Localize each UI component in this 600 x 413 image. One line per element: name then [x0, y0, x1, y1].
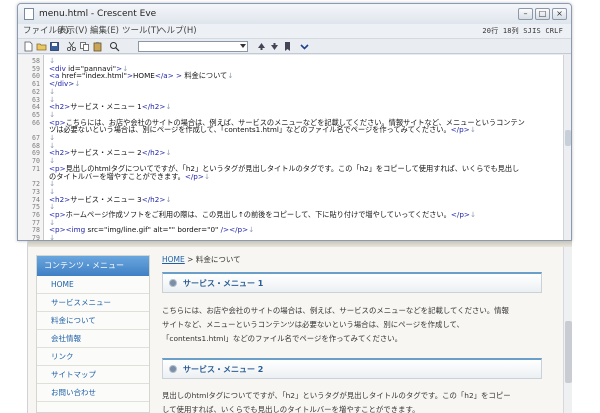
copy-icon[interactable] [79, 41, 90, 52]
code-line[interactable]: <h2>サービス・メニュー 2</h2>↓ [49, 149, 171, 157]
nav-item-service-menu[interactable]: サービスメニュー [37, 294, 149, 312]
code-line[interactable]: ツは必要ないという場合は、別にページを作成して、「contents1.html」… [49, 126, 476, 134]
nav-item-home[interactable]: HOME [37, 276, 149, 294]
preview-scroll-thumb[interactable] [565, 321, 572, 383]
nav-item-links[interactable]: リンク [37, 348, 149, 366]
line-number: 66 [32, 118, 40, 127]
close-button[interactable]: × [552, 8, 567, 20]
save-icon[interactable] [49, 41, 60, 52]
code-line[interactable]: ↓ [49, 234, 55, 240]
section-heading-1-text: サービス・メニュー 1 [183, 279, 264, 288]
arrow-down-icon[interactable] [269, 41, 280, 52]
arrow-up-icon[interactable] [256, 41, 267, 52]
editor-scroll-thumb[interactable] [565, 130, 571, 146]
sidenav-title: コンテンツ・メニュー [37, 256, 149, 276]
code-line[interactable]: <p><img src="img/line.gif" alt="" border… [49, 226, 254, 234]
menu-view[interactable]: 表示(V) [58, 24, 87, 38]
code-line[interactable]: のタイトルバーを増やすことができます。</p>↓ [49, 172, 210, 181]
find-icon[interactable] [109, 41, 120, 52]
maximize-button[interactable]: □ [535, 8, 550, 20]
nav-item-contact[interactable]: お問い合わせ [37, 384, 149, 402]
section-heading-1: サービス・メニュー 1 [162, 272, 542, 293]
window-title: menu.html - Crescent Eve [39, 9, 157, 19]
section-2-paragraph: 見出しのhtmlタグについてですが、「h2」というタグが見出しタイトルのタグです… [162, 389, 540, 413]
paragraph-line: して使用すれば、いくらでも見出しのタイトルバーを増やすことができます。 [162, 405, 420, 413]
document-icon [24, 8, 34, 20]
nav-item-sitemap[interactable]: サイトマップ [37, 366, 149, 384]
main-content: HOME > 料金について サービス・メニュー 1 こちらには、お店や会社のサイ… [162, 241, 562, 413]
editor-window: menu.html - Crescent Eve – □ × ファイル(F) 表… [17, 3, 572, 241]
paragraph-line: こちらには、お店や会社のサイトの場合は、例えば、サービスのメニューなどを記載して… [162, 306, 509, 315]
paste-icon[interactable] [92, 41, 103, 52]
cut-icon[interactable] [66, 41, 77, 52]
combo-arrow-icon [240, 44, 246, 48]
toolbar [18, 38, 571, 54]
search-combo[interactable] [138, 41, 248, 52]
menu-tools[interactable]: ツール(T) [122, 24, 159, 38]
breadcrumb-home-link[interactable]: HOME [162, 255, 185, 264]
new-file-icon[interactable] [23, 41, 34, 52]
paragraph-line: 「contents1.html」などのファイル名でページを作ってみてください。 [162, 334, 403, 343]
line-number-gutter: 58 59 60 61 62 63 64 65 66 67 68 69 70 71 72 73 74 75 76 77… [18, 55, 44, 241]
section-heading-2: サービス・メニュー 2 [162, 358, 542, 379]
minimize-button[interactable]: – [518, 8, 533, 20]
code-editor[interactable]: 58 59 60 61 62 63 64 65 66 67 68 69 70 71 72 73 74 75 76 77… [18, 55, 571, 241]
breadcrumb-current: > 料金について [184, 255, 241, 264]
chevron-down-icon[interactable] [299, 41, 310, 52]
status-info: 20行 18列 SJIS CRLF [482, 27, 563, 35]
side-navigation: コンテンツ・メニュー HOME サービスメニュー 料金について 会社情報 リンク… [36, 255, 150, 413]
bookmark-icon[interactable] [282, 41, 293, 52]
section-1-paragraph: こちらには、お店や会社のサイトの場合は、例えば、サービスのメニューなどを記載して… [162, 304, 540, 346]
menu-help[interactable]: ヘルプ(H) [158, 24, 197, 38]
paragraph-line: サイトなど、メニューというコンテンツは必要ないという場合は、別にページを作成して… [162, 320, 464, 329]
heading-bullet-icon [169, 365, 177, 373]
heading-bullet-icon [169, 279, 177, 287]
nav-item-pricing[interactable]: 料金について [37, 312, 149, 330]
line-number: 71 [32, 164, 40, 173]
title-bar[interactable]: menu.html - Crescent Eve – □ × [18, 4, 571, 24]
breadcrumb: HOME > 料金について [162, 254, 241, 265]
preview-scrollbar[interactable] [563, 247, 572, 413]
code-line[interactable]: <p>ホームページ作成ソフトをご利用の際は、この見出し↑の前後をコピーして、下に… [49, 211, 476, 219]
browser-preview: コンテンツ・メニュー HOME サービスメニュー 料金について 会社情報 リンク… [27, 241, 572, 413]
editor-scrollbar[interactable] [563, 55, 571, 240]
code-line[interactable]: <h2>サービス・メニュー 3</h2>↓ [49, 195, 171, 204]
open-folder-icon[interactable] [36, 41, 47, 52]
nav-item-company[interactable]: 会社情報 [37, 330, 149, 348]
paragraph-line: 見出しのhtmlタグについてですが、「h2」というタグが見出しタイトルのタグです… [162, 391, 511, 400]
line-number: 79 [32, 234, 40, 241]
menu-edit[interactable]: 編集(E) [90, 24, 119, 38]
menu-bar: ファイル(F) 表示(V) 編集(E) ツール(T) ヘルプ(H) 20行 18… [18, 24, 571, 38]
section-heading-2-text: サービス・メニュー 2 [183, 365, 264, 374]
code-line[interactable]: <h2>サービス・メニュー 1</h2>↓ [49, 103, 171, 111]
